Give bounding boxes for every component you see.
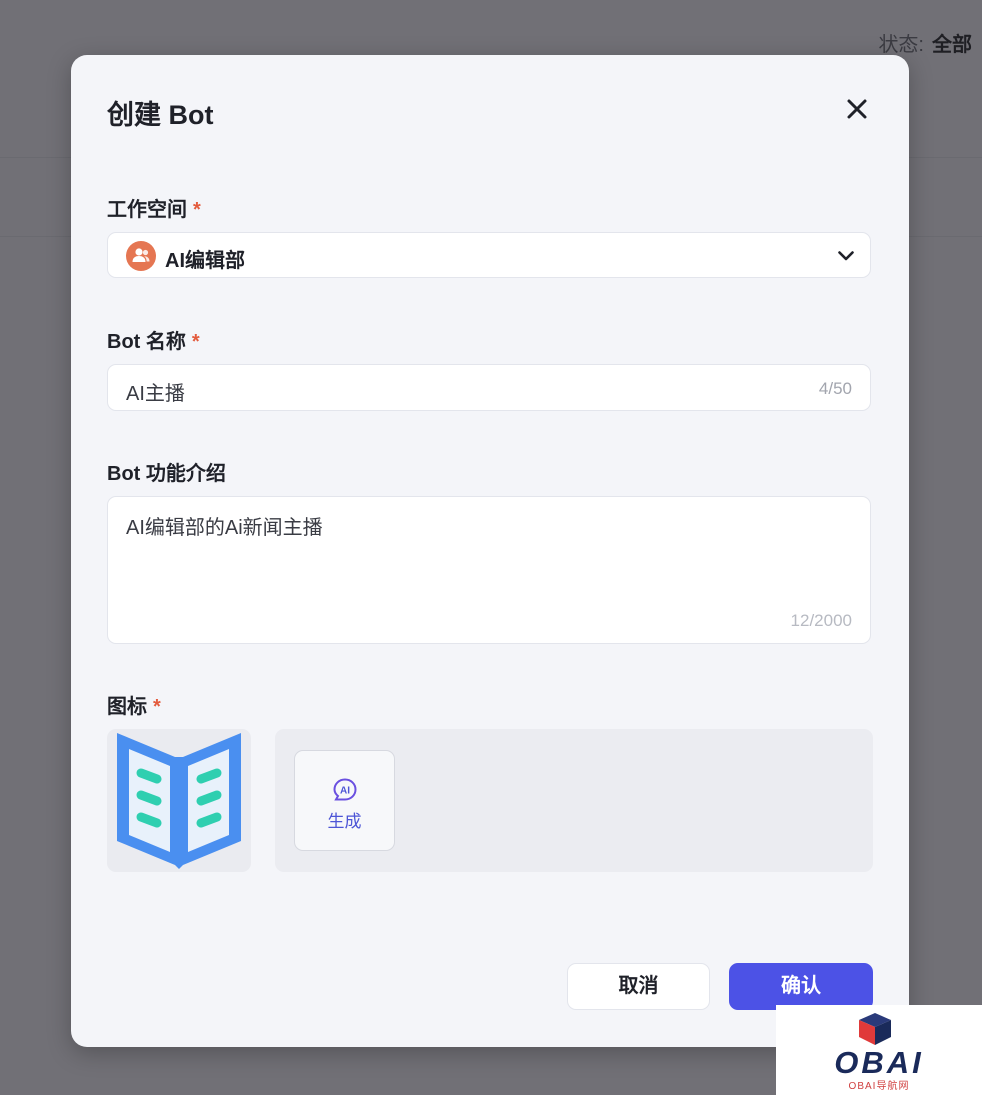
cube-logo-icon bbox=[859, 1013, 891, 1045]
workspace-avatar bbox=[126, 241, 156, 271]
workspace-selected-value: AI编辑部 bbox=[165, 250, 245, 272]
create-bot-dialog: 创建 Bot 工作空间 * AI编辑部 Bot 名称 * AI主播 4/50 B… bbox=[71, 55, 909, 1047]
bot-icon-preview[interactable] bbox=[107, 729, 251, 872]
bot-description-value: AI编辑部的Ai新闻主播 bbox=[126, 517, 323, 539]
bot-name-counter: 4/50 bbox=[818, 379, 852, 398]
generate-label: 生成 bbox=[327, 812, 362, 831]
generate-icon-button[interactable]: AI 生成 bbox=[294, 750, 395, 851]
bot-description-counter: 12/2000 bbox=[790, 611, 852, 630]
status-value: 全部 bbox=[932, 34, 972, 56]
workspace-select[interactable]: AI编辑部 bbox=[107, 232, 871, 278]
open-book-icon bbox=[117, 733, 241, 869]
icon-label: 图标 * bbox=[107, 696, 161, 718]
svg-text:AI: AI bbox=[340, 786, 350, 797]
background-status-filter: 状态: 全部 bbox=[878, 28, 972, 57]
watermark-text: OBAI bbox=[834, 1045, 924, 1080]
bot-name-value: AI主播 bbox=[126, 383, 185, 405]
watermark-subtext: OBAI导航网 bbox=[848, 1081, 910, 1092]
close-icon bbox=[847, 99, 867, 119]
required-mark: * bbox=[191, 331, 200, 353]
required-mark: * bbox=[193, 199, 201, 221]
bot-description-textarea[interactable]: AI编辑部的Ai新闻主播 12/2000 bbox=[107, 496, 871, 644]
chevron-down-icon bbox=[838, 251, 854, 261]
dialog-title: 创建 Bot bbox=[107, 100, 214, 130]
team-icon bbox=[132, 248, 150, 262]
watermark-logo: OBAI OBAI导航网 bbox=[776, 1005, 982, 1095]
bot-name-label: Bot 名称 * bbox=[107, 331, 200, 353]
ai-chat-icon: AI bbox=[333, 778, 357, 801]
status-label: 状态: bbox=[878, 34, 924, 56]
cancel-button[interactable]: 取消 bbox=[567, 963, 710, 1010]
required-mark: * bbox=[153, 696, 161, 718]
bot-description-label: Bot 功能介绍 bbox=[107, 463, 226, 485]
close-button[interactable] bbox=[841, 93, 873, 125]
confirm-button[interactable]: 确认 bbox=[729, 963, 873, 1010]
workspace-label: 工作空间 * bbox=[107, 199, 201, 221]
icon-generate-area: AI 生成 bbox=[275, 729, 873, 872]
bot-name-input[interactable]: AI主播 4/50 bbox=[107, 364, 871, 411]
